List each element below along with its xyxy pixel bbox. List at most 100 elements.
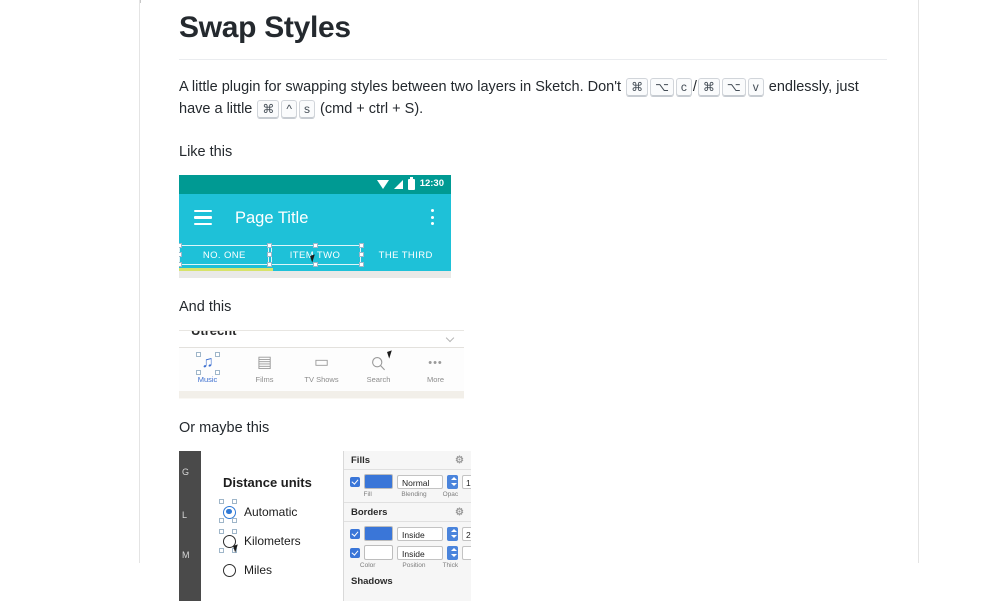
border-color-swatch[interactable] — [364, 545, 393, 560]
selection-handle[interactable] — [267, 262, 272, 267]
ios-tab-label: TV Shows — [304, 375, 339, 384]
kbd-separator: / — [692, 79, 697, 95]
selection-handle[interactable] — [179, 252, 182, 257]
sidebar-letter-l: L — [182, 510, 188, 520]
kbd-cmd-paste: ⌘ — [697, 77, 720, 97]
blending-mode-select[interactable]: Normal — [397, 474, 443, 489]
fills-column-labels: Fill Blending Opac — [344, 489, 471, 502]
fill-row: Normal 100 — [344, 470, 471, 489]
label-opacity: Opac — [442, 491, 459, 498]
border-enabled-checkbox[interactable] — [350, 547, 360, 558]
ios-tab-label: Films — [255, 375, 274, 384]
caption-or-maybe-this: Or maybe this — [179, 420, 270, 436]
thickness-field[interactable] — [462, 545, 471, 560]
selection-handle[interactable] — [313, 262, 318, 267]
android-tab-indicator — [179, 268, 273, 271]
sketch-dialog-mockup-image: G L M Distance units Automatic Kilometer… — [179, 451, 471, 601]
selection-handle[interactable] — [219, 529, 224, 534]
thickness-field[interactable]: 2 — [462, 526, 471, 541]
page-title: Swap Styles — [179, 11, 351, 44]
kbd-cmd-swap: ⌘ — [257, 99, 280, 119]
android-toolbar-title: Page Title — [235, 208, 309, 227]
opacity-field[interactable]: 100 — [462, 474, 471, 489]
hamburger-line — [194, 209, 212, 213]
label-color: Color — [359, 562, 376, 569]
selection-handle[interactable] — [179, 262, 182, 267]
kebab-dot — [431, 222, 434, 225]
hamburger-line — [194, 222, 212, 226]
chevron-right-icon[interactable] — [445, 333, 455, 343]
fill-enabled-checkbox[interactable] — [350, 476, 360, 487]
selection-handle[interactable] — [214, 352, 220, 357]
fill-color-swatch[interactable] — [364, 474, 393, 489]
ios-tab-films[interactable]: ▤ Films — [236, 353, 293, 385]
blending-stepper[interactable] — [447, 474, 458, 489]
music-note-icon: ♫ — [201, 354, 214, 371]
selection-handle[interactable] — [214, 370, 220, 375]
radio-button-selected[interactable] — [223, 505, 236, 519]
readme-content: Swap Styles A little plugin for swapping… — [141, 0, 918, 601]
ios-tab-tv-shows[interactable]: ▭ TV Shows — [293, 353, 350, 385]
ios-tab-music[interactable]: ♫ Music — [179, 352, 236, 385]
screenshot-viewport: Swap Styles A little plugin for swapping… — [0, 0, 1000, 601]
kbd-ctrl-swap: ^ — [281, 99, 298, 119]
selection-handle[interactable] — [267, 243, 272, 248]
radio-option-kilometers[interactable]: Kilometers — [201, 529, 344, 553]
film-strip-icon: ▤ — [256, 354, 273, 371]
borders-column-labels: Color Position Thick — [344, 560, 471, 573]
selection-handle[interactable] — [219, 518, 224, 523]
wifi-icon — [376, 179, 389, 189]
mouse-cursor — [233, 544, 240, 553]
selection-handle[interactable] — [232, 529, 237, 534]
selection-handle[interactable] — [219, 499, 224, 504]
selection-handle[interactable] — [359, 262, 364, 267]
border-row: Inside 2 — [344, 522, 471, 541]
inspector-section-fills: Fills ⚙ — [344, 451, 471, 470]
border-enabled-checkbox[interactable] — [350, 528, 360, 539]
hamburger-line — [194, 216, 212, 219]
ios-tabbar-mockup-image: Utrecht ♫ Music ▤ Films ▭ TV — [179, 330, 464, 399]
android-status-bar: 12:30 — [179, 175, 451, 194]
gear-icon[interactable]: ⚙ — [455, 507, 464, 517]
selection-handle[interactable] — [267, 252, 272, 257]
selection-handle[interactable] — [196, 352, 202, 357]
radio-button[interactable] — [223, 563, 236, 577]
selection-box-tab-one — [179, 245, 269, 265]
border-color-swatch[interactable] — [364, 526, 393, 541]
position-stepper[interactable] — [447, 526, 458, 541]
label-thickness: Thick — [442, 562, 459, 569]
border-position-select[interactable]: Inside — [397, 545, 443, 560]
kebab-menu-icon[interactable] — [431, 209, 434, 225]
ios-header-title: Utrecht — [191, 331, 237, 339]
selection-handle[interactable] — [359, 243, 364, 248]
selection-handle[interactable] — [232, 518, 237, 523]
selection-handle[interactable] — [219, 548, 224, 553]
gear-icon[interactable]: ⚙ — [455, 455, 464, 465]
ios-bottom-edge — [179, 391, 464, 398]
sketch-inspector-panel: Fills ⚙ Normal 100 Fill Blending Opac Bo… — [343, 451, 471, 601]
label-blending: Blending — [401, 491, 427, 498]
radio-option-miles[interactable]: Miles — [201, 562, 344, 578]
ios-tab-bar: ♫ Music ▤ Films ▭ TV Shows Search ••• Mo… — [179, 347, 464, 391]
radio-option-automatic[interactable]: Automatic — [201, 499, 344, 523]
ios-tab-search[interactable]: Search — [350, 350, 407, 385]
android-tab-the-third[interactable]: THE THIRD — [360, 249, 451, 263]
position-stepper[interactable] — [447, 545, 458, 560]
section-heading: Fills — [351, 454, 371, 466]
hamburger-menu-icon[interactable] — [194, 209, 212, 226]
ios-tab-more[interactable]: ••• More — [407, 353, 464, 385]
ellipsis-icon: ••• — [428, 357, 443, 369]
border-position-select[interactable]: Inside — [397, 526, 443, 541]
ios-tab-label: Music — [197, 375, 218, 384]
status-bar-clock: 12:30 — [419, 178, 444, 189]
page-left-rail — [0, 0, 140, 563]
selection-handle[interactable] — [359, 252, 364, 257]
selection-handle[interactable] — [313, 243, 318, 248]
label-fill: Fill — [363, 491, 372, 498]
kbd-c: c — [675, 77, 692, 97]
selection-handle[interactable] — [232, 499, 237, 504]
selection-handle[interactable] — [179, 243, 182, 248]
sidebar-letter-m: M — [182, 550, 190, 560]
ios-tab-label: More — [426, 375, 445, 384]
selection-handle[interactable] — [196, 370, 202, 375]
